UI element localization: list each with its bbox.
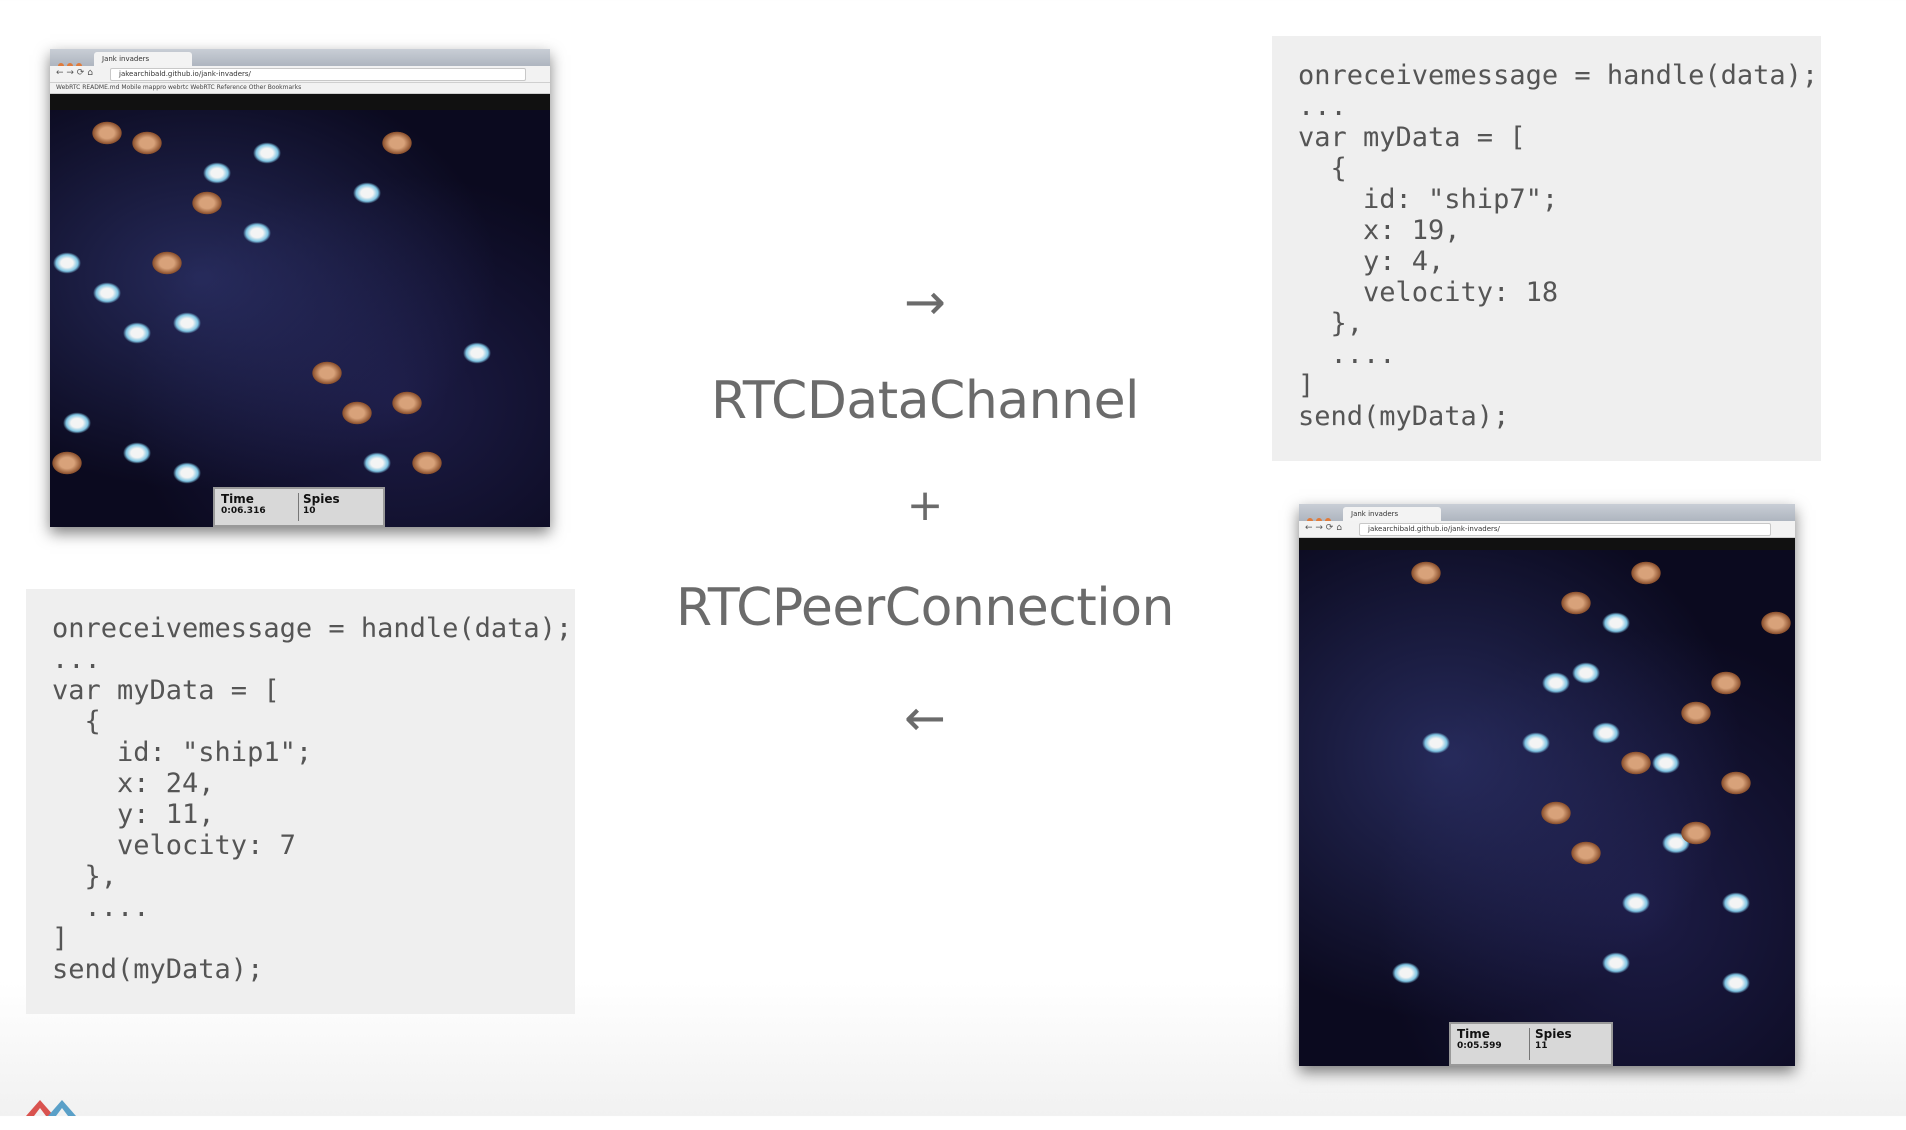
fighter-ship-icon (1389, 960, 1423, 986)
rtcdatachannel-label: RTCDataChannel (710, 371, 1140, 431)
browser-tab[interactable]: Jank invaders (1343, 507, 1441, 521)
fighter-ship-icon (50, 250, 84, 276)
game-canvas[interactable]: Time 0:06.316 Spies 10 (50, 110, 550, 527)
alien-ship-icon (1409, 560, 1443, 586)
time-label: Time (221, 492, 254, 506)
fighter-ship-icon (90, 280, 124, 306)
fighter-ship-icon (1649, 750, 1683, 776)
browser-toolbar: ← → ⟳ ⌂ jakearchibald.github.io/jank-inv… (50, 66, 550, 83)
titlebar: Jank invaders (50, 49, 550, 69)
fighter-ship-icon (240, 220, 274, 246)
alien-ship-icon (340, 400, 374, 426)
alien-ship-icon (130, 130, 164, 156)
alien-ship-icon (310, 360, 344, 386)
game-hud: Time 0:06.316 Spies 10 (213, 487, 385, 527)
fighter-ship-icon (1599, 950, 1633, 976)
browser-toolbar: ← → ⟳ ⌂ jakearchibald.github.io/jank-inv… (1299, 521, 1795, 538)
alien-ship-icon (190, 190, 224, 216)
alien-ship-icon (1539, 800, 1573, 826)
fighter-ship-icon (1619, 890, 1653, 916)
alien-ship-icon (390, 390, 424, 416)
game-hud: Time 0:05.599 Spies 11 (1449, 1022, 1613, 1066)
fighter-ship-icon (1719, 970, 1753, 996)
fighter-ship-icon (170, 310, 204, 336)
time-label: Time (1457, 1027, 1490, 1041)
alien-ship-icon (1629, 560, 1663, 586)
alien-ship-icon (1679, 820, 1713, 846)
fighter-ship-icon (1719, 890, 1753, 916)
address-bar[interactable]: jakearchibald.github.io/jank-invaders/ (1359, 523, 1771, 536)
browser-tab[interactable]: Jank invaders (94, 52, 192, 66)
spies-readout: Spies 10 (303, 492, 340, 516)
alien-ship-icon (1719, 770, 1753, 796)
alien-ship-icon (1569, 840, 1603, 866)
fighter-ship-icon (350, 180, 384, 206)
bookmarks-bar[interactable]: WebRTC README.md Mobile mappro webrtc We… (50, 83, 550, 94)
rtcpeerconnection-label: RTCPeerConnection (676, 578, 1174, 638)
fighter-ship-icon (1589, 720, 1623, 746)
arrow-right-icon: → (904, 273, 946, 331)
fighter-ship-icon (200, 160, 234, 186)
fighter-ship-icon (170, 460, 204, 486)
address-bar[interactable]: jakearchibald.github.io/jank-invaders/ (110, 68, 526, 81)
arrow-left-icon: ← (904, 689, 946, 747)
alien-ship-icon (1559, 590, 1593, 616)
time-value: 0:06.316 (221, 506, 266, 516)
fighter-ship-icon (1519, 730, 1553, 756)
alien-ship-icon (150, 250, 184, 276)
fighter-ship-icon (360, 450, 394, 476)
nav-icons[interactable]: ← → ⟳ ⌂ (1305, 523, 1342, 533)
fighter-ship-icon (120, 440, 154, 466)
right-browser-window: Jank invaders ← → ⟳ ⌂ jakearchibald.gith… (1299, 504, 1795, 1066)
spies-value: 11 (1535, 1041, 1548, 1051)
time-readout: Time 0:06.316 (221, 492, 266, 516)
alien-ship-icon (410, 450, 444, 476)
fighter-ship-icon (120, 320, 154, 346)
fighter-ship-icon (1539, 670, 1573, 696)
alien-ship-icon (1679, 700, 1713, 726)
spies-label: Spies (1535, 1027, 1572, 1041)
alien-ship-icon (90, 120, 124, 146)
alien-ship-icon (380, 130, 414, 156)
game-canvas[interactable]: Time 0:05.599 Spies 11 (1299, 550, 1795, 1066)
alien-ship-icon (50, 450, 84, 476)
fighter-ship-icon (250, 140, 284, 166)
fighter-ship-icon (1419, 730, 1453, 756)
alien-ship-icon (1709, 670, 1743, 696)
spies-readout: Spies 11 (1535, 1027, 1572, 1051)
alien-ship-icon (1619, 750, 1653, 776)
code-block-right: onreceivemessage = handle(data); ... var… (1272, 36, 1821, 461)
fighter-ship-icon (1569, 660, 1603, 686)
code-block-left: onreceivemessage = handle(data); ... var… (26, 589, 575, 1014)
alien-ship-icon (1759, 610, 1793, 636)
fighter-ship-icon (60, 410, 94, 436)
time-value: 0:05.599 (1457, 1041, 1502, 1051)
fighter-ship-icon (1599, 610, 1633, 636)
plus-sign: + (906, 480, 944, 531)
logo-icon (26, 1100, 76, 1116)
time-readout: Time 0:05.599 (1457, 1027, 1502, 1051)
nav-icons[interactable]: ← → ⟳ ⌂ (56, 68, 93, 78)
titlebar: Jank invaders (1299, 504, 1795, 524)
spies-label: Spies (303, 492, 340, 506)
left-browser-window: Jank invaders ← → ⟳ ⌂ jakearchibald.gith… (50, 49, 550, 527)
spies-value: 10 (303, 506, 316, 516)
fighter-ship-icon (460, 340, 494, 366)
